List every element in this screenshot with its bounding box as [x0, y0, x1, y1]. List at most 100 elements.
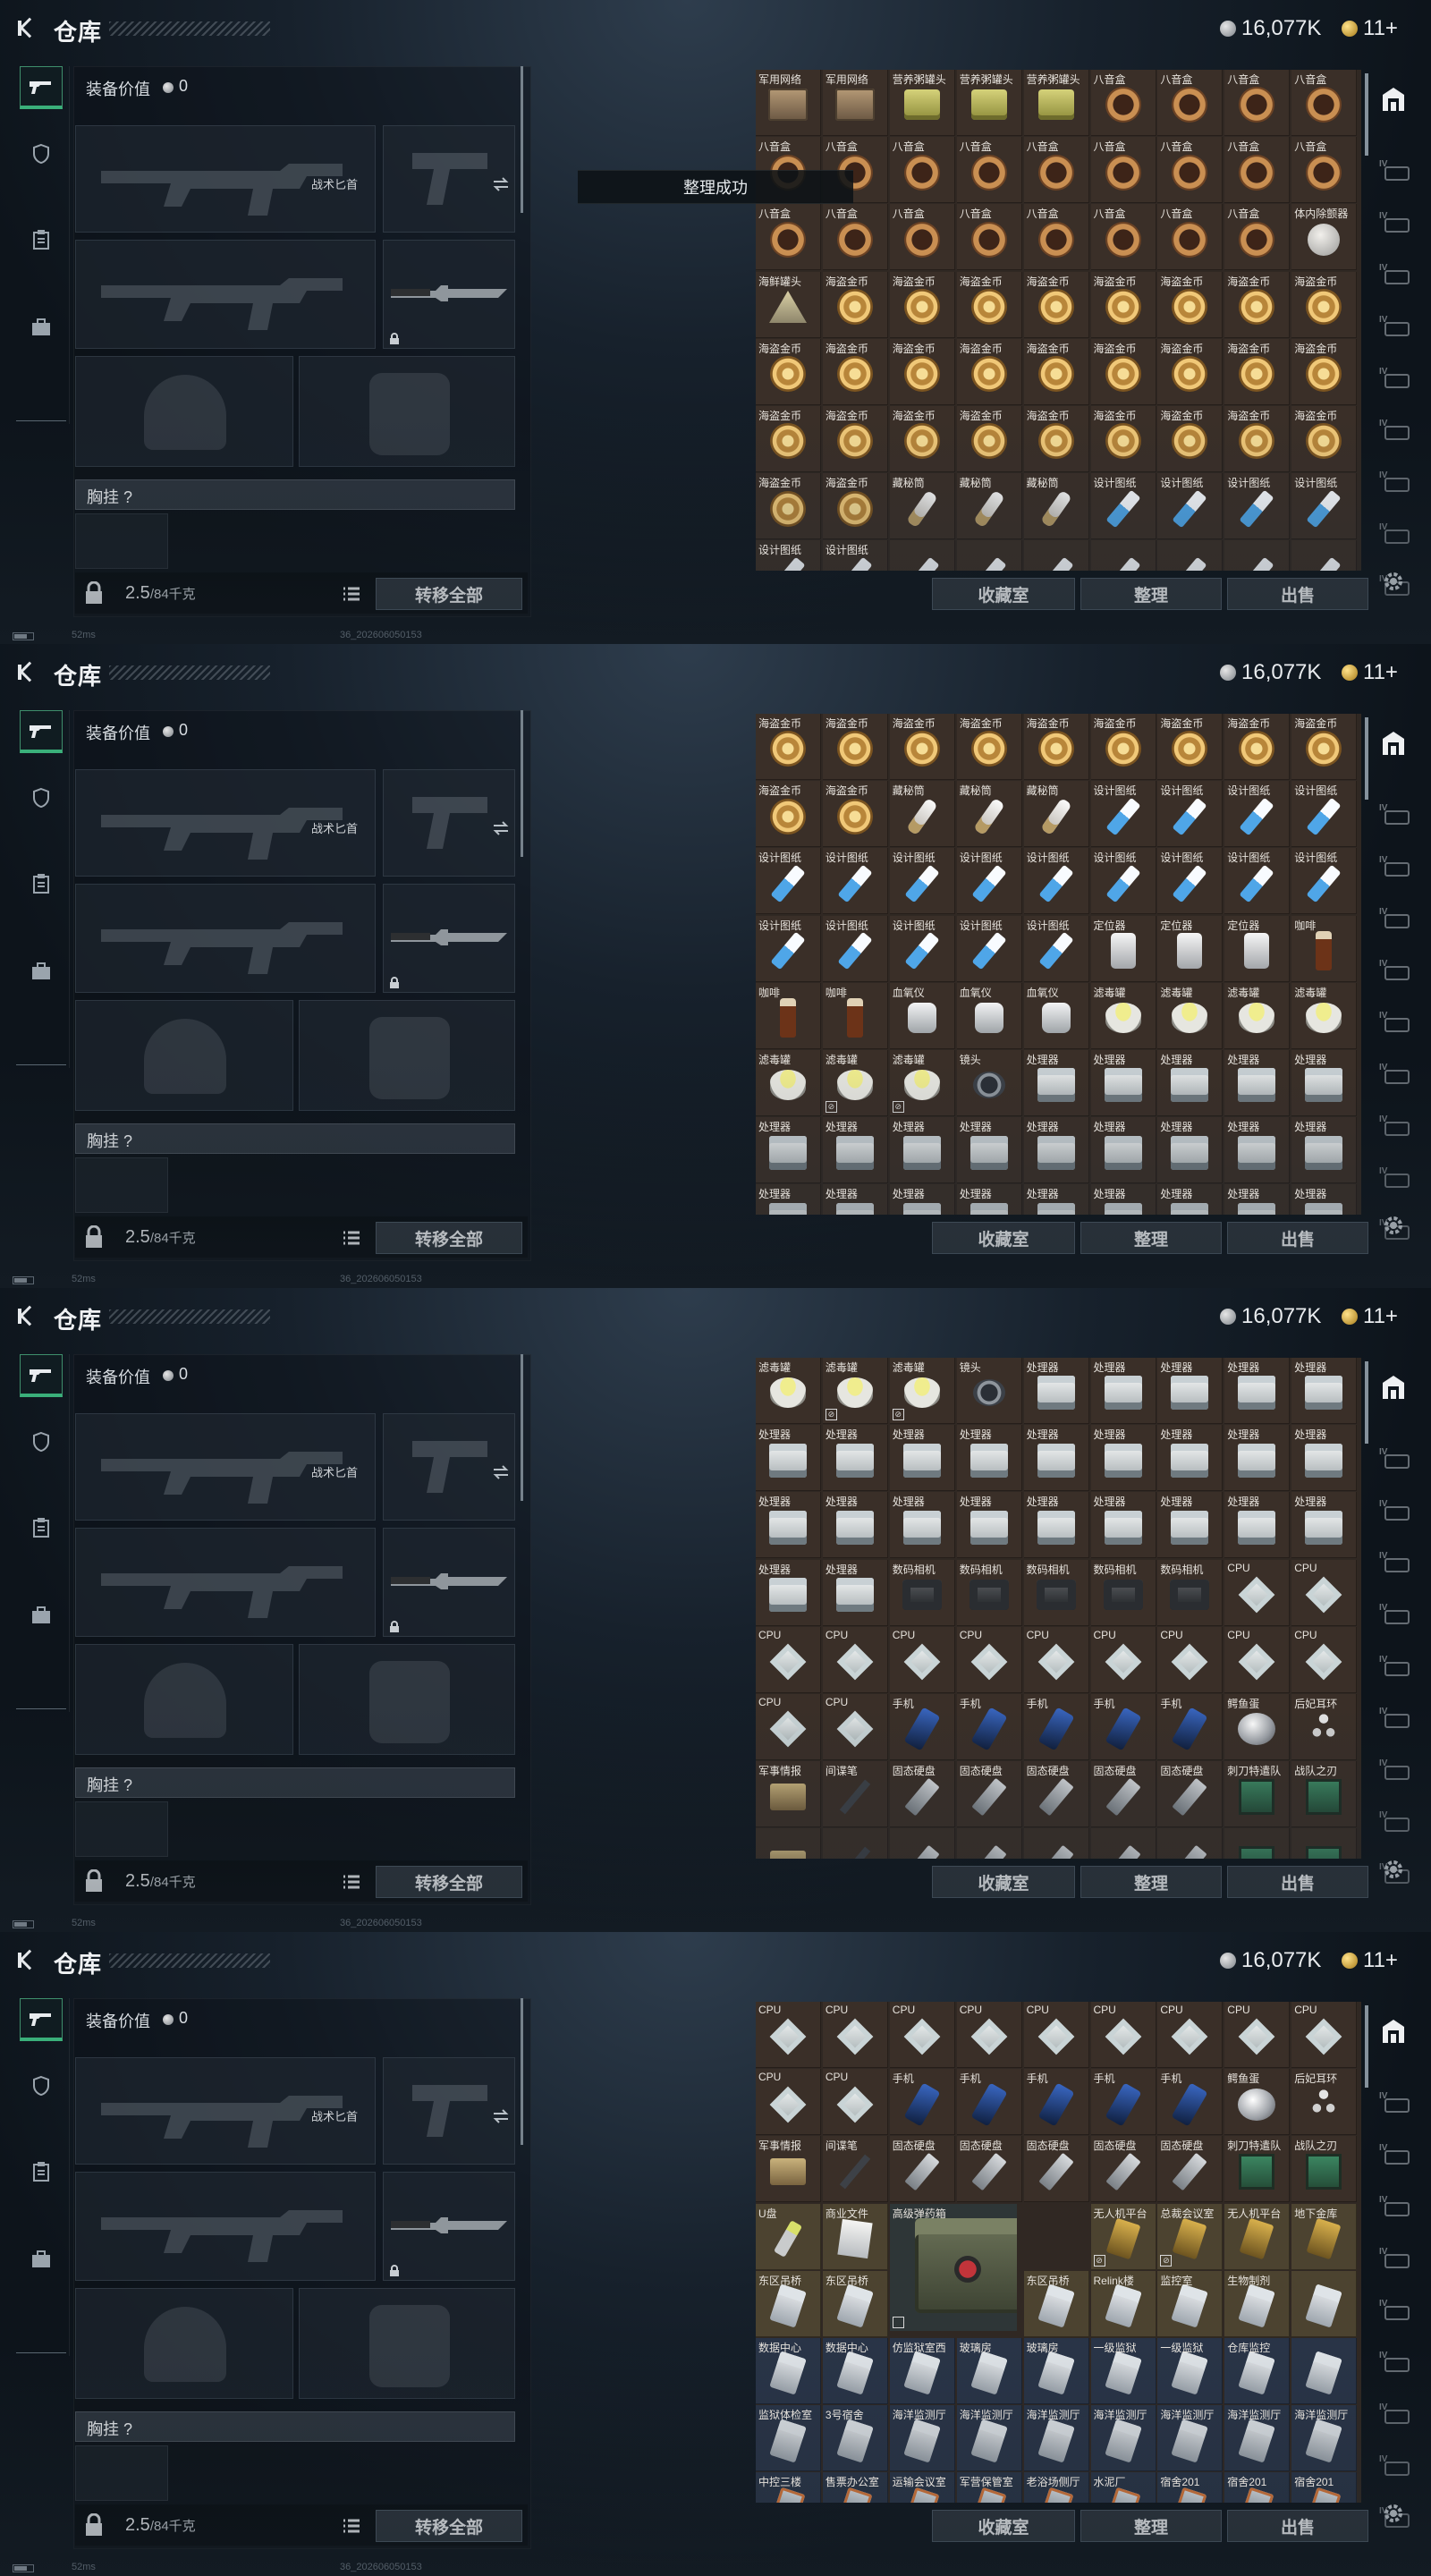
item-cell[interactable]: 藏秘筒 [1023, 473, 1089, 540]
nav-backpack[interactable] [20, 306, 63, 349]
sidebar-storage-tab[interactable]: IV [1379, 803, 1410, 826]
item-cell[interactable]: 滤毒罐 [756, 1050, 821, 1116]
item-cell[interactable]: 固态硬盘 [1090, 2136, 1156, 2203]
item-cell[interactable]: 固态硬盘 [889, 2136, 955, 2203]
item-cell[interactable]: 处理器 [1023, 1050, 1089, 1116]
item-cell[interactable]: 东区吊桥 [822, 2270, 888, 2337]
item-cell[interactable]: 滤毒罐 ⊘ [822, 1358, 888, 1424]
item-cell[interactable]: 海盗金币 [956, 338, 1022, 405]
item-cell[interactable]: 处理器 [889, 1492, 955, 1559]
item-cell[interactable]: 处理器 [1291, 1358, 1358, 1424]
item-cell[interactable]: 海盗金币 [756, 781, 821, 848]
swap-icon[interactable] [492, 2107, 510, 2125]
item-cell[interactable]: 处理器 [956, 1492, 1022, 1559]
item-cell[interactable]: 处理器 [1090, 1425, 1156, 1492]
sidebar-storage-tab[interactable]: IV [1379, 1447, 1410, 1470]
item-cell[interactable]: 海盗金币 [822, 473, 888, 540]
item-cell[interactable] [1291, 2338, 1358, 2404]
item-cell[interactable]: 处理器 [1090, 1117, 1156, 1184]
swap-icon[interactable] [492, 175, 510, 193]
item-cell[interactable]: 中控三楼 [756, 2472, 821, 2503]
item-cell[interactable]: 间谍笔 [822, 1761, 888, 1828]
sidebar-storage-tab[interactable]: IV [1379, 522, 1410, 546]
item-cell[interactable]: 设计图纸 [822, 915, 888, 982]
item-cell[interactable]: 军事情报 [756, 2136, 821, 2203]
item-cell[interactable]: 海盗金币 [956, 406, 1022, 472]
sell-button[interactable]: 出售 [1227, 2510, 1368, 2542]
chest-rig-header[interactable]: 胸挂 ? [75, 1123, 515, 1154]
item-cell[interactable]: 海盗金币 [1224, 714, 1291, 780]
item-cell[interactable]: 八音盒 [1090, 137, 1156, 204]
item-cell[interactable]: 八音盒 [1224, 137, 1291, 204]
item-cell[interactable]: 藏秘筒 [889, 781, 955, 848]
sidebar-storage-tab[interactable]: IV [1379, 1707, 1410, 1730]
item-cell[interactable]: 数码相机 [889, 1559, 955, 1626]
sidebar-storage-tab[interactable]: IV [1379, 2454, 1410, 2478]
item-cell[interactable]: 营养粥罐头 [889, 70, 955, 136]
item-cell[interactable]: 营养粥罐头 [956, 70, 1022, 136]
item-cell[interactable]: 设计图纸 [1157, 781, 1224, 848]
item-cell[interactable]: 处理器 [1157, 1117, 1224, 1184]
sidebar-storage-tab[interactable]: IV [1379, 1810, 1410, 1834]
sidebar-storage-tab[interactable]: IV [1379, 1758, 1410, 1782]
item-cell[interactable]: 刺刀特遣队 [1224, 1761, 1291, 1828]
item-cell[interactable]: 海鲜罐头 [756, 271, 821, 338]
item-cell[interactable] [1090, 1828, 1156, 1859]
item-cell[interactable]: 海洋监测厅 [889, 2405, 955, 2472]
item-cell[interactable]: 处理器 [822, 1559, 888, 1626]
nav-medical[interactable] [20, 218, 63, 261]
item-cell[interactable]: 八音盒 [1090, 204, 1156, 271]
item-cell[interactable] [822, 1828, 888, 1859]
item-cell[interactable]: 血氧仪 [956, 982, 1022, 1049]
item-cell[interactable]: 处理器 [756, 1117, 821, 1184]
item-cell[interactable]: 处理器 [756, 1492, 821, 1559]
sidebar-storage-tab[interactable]: IV [1379, 1166, 1410, 1190]
sidebar-storage-tab[interactable]: IV [1379, 855, 1410, 878]
back-button[interactable] [16, 1304, 39, 1327]
item-cell[interactable]: 处理器 [1224, 1425, 1291, 1492]
item-cell[interactable]: CPU [956, 2002, 1022, 2068]
item-cell[interactable] [956, 540, 1022, 571]
item-cell[interactable]: 咖啡 [822, 982, 888, 1049]
item-cell[interactable]: 手机 [1023, 1694, 1089, 1760]
sidebar-storage-tab[interactable]: IV [1379, 2402, 1410, 2426]
item-cell[interactable]: CPU [1291, 1559, 1358, 1626]
chest-rig-slot[interactable] [75, 2445, 168, 2501]
sidebar-storage-tab[interactable]: IV [1379, 2195, 1410, 2218]
item-cell[interactable]: 血氧仪 [1023, 982, 1089, 1049]
item-cell[interactable]: 海洋监测厅 [1157, 2405, 1224, 2472]
item-cell[interactable]: 无人机平台 [1224, 2203, 1291, 2270]
item-cell[interactable]: 海盗金币 [1291, 406, 1358, 472]
item-cell[interactable]: 处理器 [889, 1425, 955, 1492]
item-cell[interactable]: 无人机平台 ⊘ [1090, 2203, 1156, 2270]
item-cell[interactable]: 海盗金币 [956, 271, 1022, 338]
item-cell[interactable]: 数据中心 [756, 2338, 821, 2404]
item-cell[interactable]: 镜头 [956, 1358, 1022, 1424]
item-cell[interactable]: 海盗金币 [889, 406, 955, 472]
collection-room-button[interactable]: 收藏室 [932, 578, 1075, 610]
item-cell[interactable]: 手机 [1090, 2069, 1156, 2136]
item-cell[interactable]: 处理器 [1023, 1358, 1089, 1424]
item-cell[interactable] [1291, 1828, 1358, 1859]
item-cell[interactable]: U盘 [756, 2203, 821, 2270]
sidebar-storage-tab[interactable]: IV [1379, 574, 1410, 597]
item-cell[interactable] [1224, 1828, 1291, 1859]
nav-weapons[interactable] [20, 1998, 63, 2041]
sidebar-storage-tab[interactable]: IV [1379, 959, 1410, 982]
nav-weapons[interactable] [20, 710, 63, 753]
sidebar-storage-tab[interactable]: IV [1379, 1551, 1410, 1574]
item-cell[interactable]: 一级监狱 [1090, 2338, 1156, 2404]
item-cell[interactable]: 咖啡 [1291, 915, 1358, 982]
item-cell[interactable]: 手机 [1023, 2069, 1089, 2136]
item-cell[interactable]: 定位器 [1090, 915, 1156, 982]
sidebar-storage-tab[interactable]: IV [1379, 470, 1410, 494]
item-cell[interactable]: 滤毒罐 ⊘ [889, 1358, 955, 1424]
item-cell[interactable]: 3号宿舍 [822, 2405, 888, 2472]
sell-button[interactable]: 出售 [1227, 1222, 1368, 1254]
item-cell[interactable]: 处理器 [1023, 1184, 1089, 1215]
item-cell[interactable]: 处理器 [1291, 1492, 1358, 1559]
item-cell[interactable]: 八音盒 [756, 204, 821, 271]
item-cell[interactable]: 海盗金币 [1157, 271, 1224, 338]
item-cell[interactable]: 处理器 [1224, 1184, 1291, 1215]
item-cell[interactable]: 海盗金币 [1157, 338, 1224, 405]
